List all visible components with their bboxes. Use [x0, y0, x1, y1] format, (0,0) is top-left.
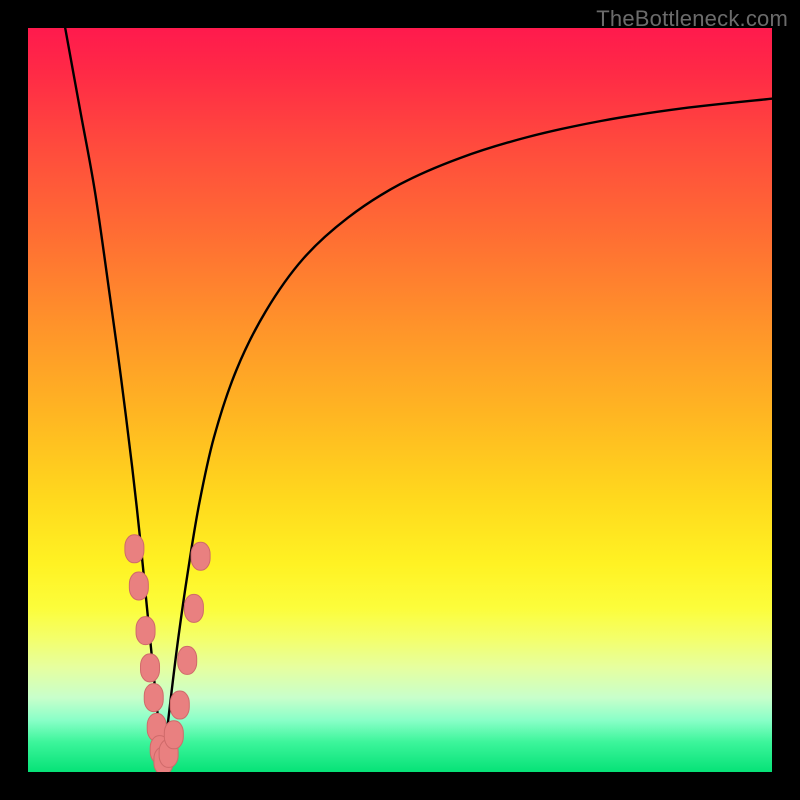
marker-point [191, 542, 210, 570]
marker-point [129, 572, 148, 600]
curve-right-branch [162, 99, 772, 772]
marker-point [144, 684, 163, 712]
marker-cluster [125, 535, 210, 772]
marker-point [164, 721, 183, 749]
marker-point [136, 617, 155, 645]
marker-point [125, 535, 144, 563]
bottleneck-curve [65, 28, 772, 772]
watermark-text: TheBottleneck.com [596, 6, 788, 32]
marker-point [170, 691, 189, 719]
chart-frame: TheBottleneck.com [0, 0, 800, 800]
curve-layer [28, 28, 772, 772]
marker-point [141, 654, 160, 682]
marker-point [184, 594, 203, 622]
marker-point [178, 646, 197, 674]
plot-area [28, 28, 772, 772]
